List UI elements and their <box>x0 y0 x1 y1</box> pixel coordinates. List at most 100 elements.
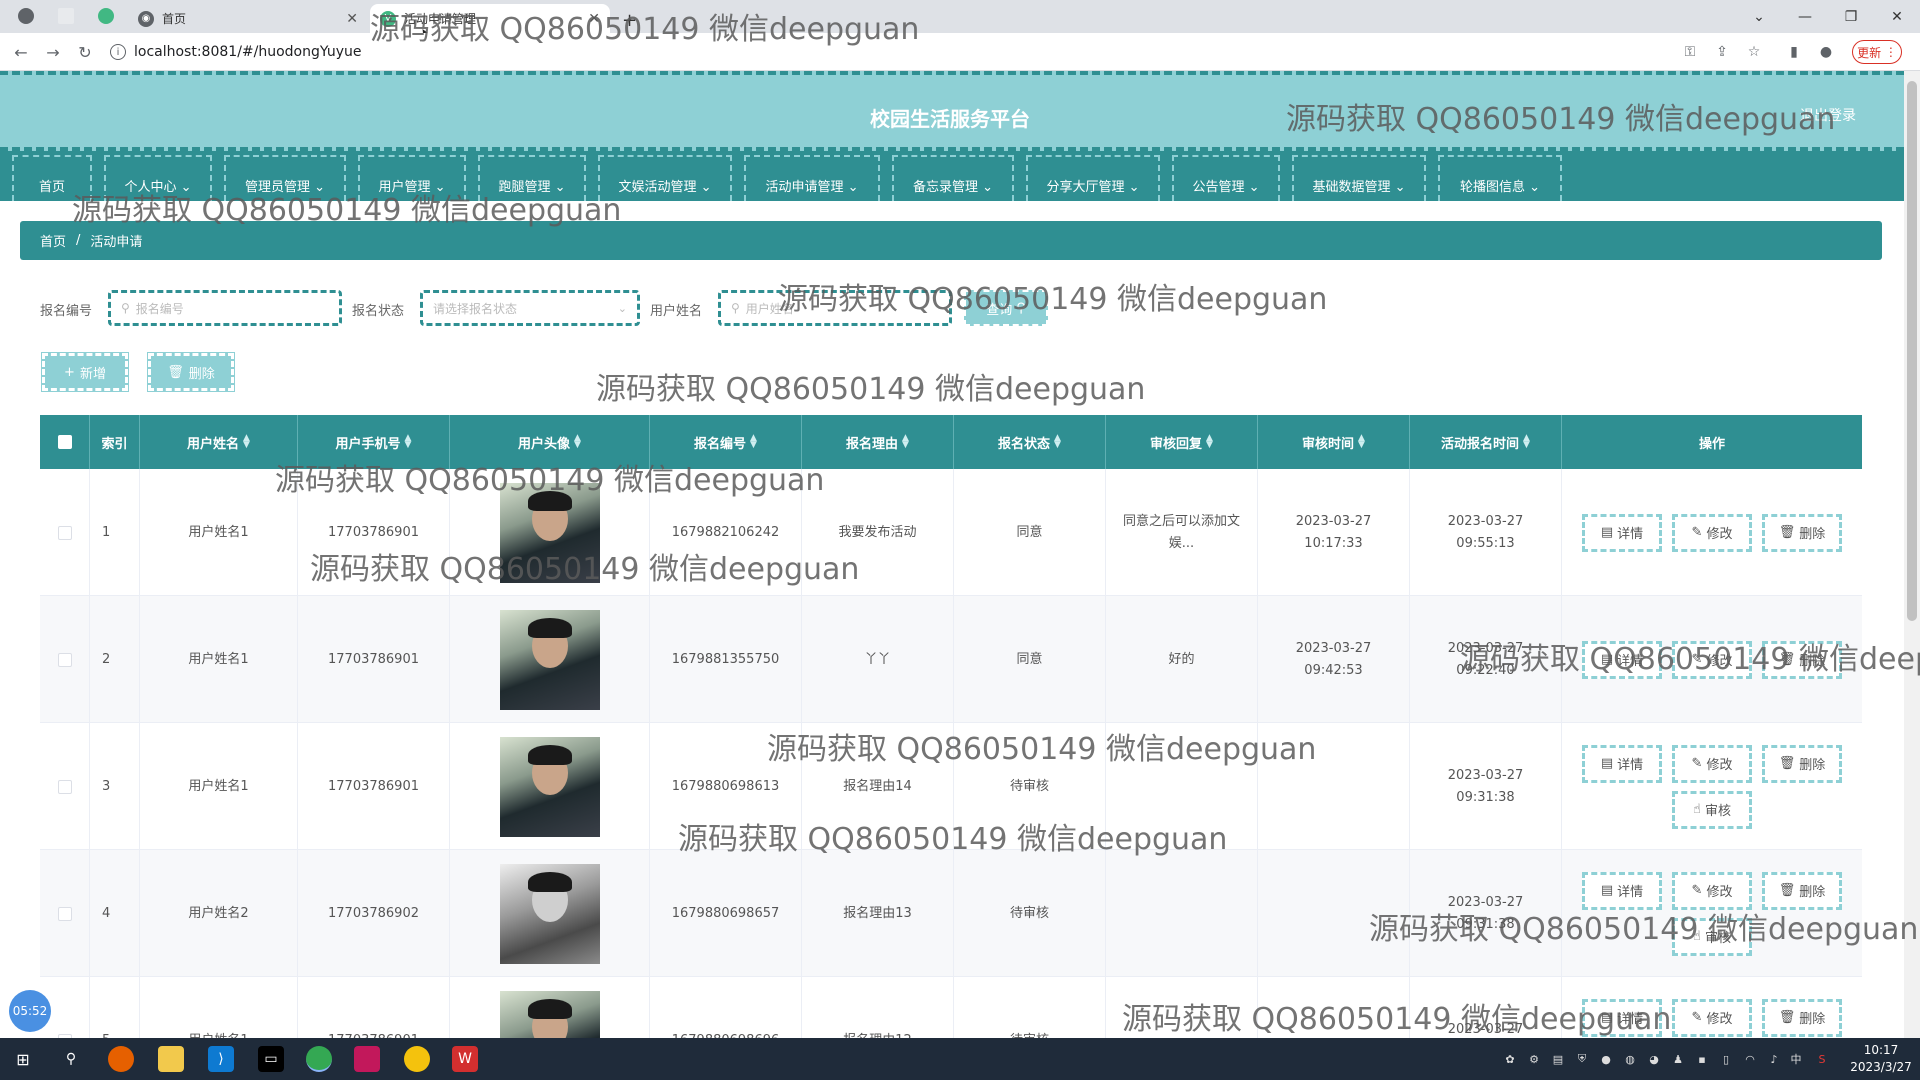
chrome-icon[interactable] <box>306 1046 332 1072</box>
sort-icon[interactable]: ▲ ▼ <box>1358 434 1365 450</box>
info-icon[interactable]: i <box>110 44 126 60</box>
ime-indicator[interactable]: 中 <box>1788 1051 1804 1067</box>
column-header[interactable]: 报名状态 ▲ ▼ <box>954 415 1106 469</box>
column-header[interactable]: 用户手机号 ▲ ▼ <box>298 415 450 469</box>
delete-button[interactable]: 🗑 删除 <box>1762 744 1842 783</box>
tray-icon[interactable]: ▪ <box>1694 1051 1710 1067</box>
add-button[interactable]: + 新增 <box>41 352 129 392</box>
intellij-icon[interactable] <box>354 1046 380 1072</box>
tray-icon[interactable]: ✿ <box>1502 1051 1518 1067</box>
column-header[interactable]: 活动报名时间 ▲ ▼ <box>1410 415 1562 469</box>
logout-link[interactable]: 退出登录 <box>1800 105 1856 125</box>
sort-icon[interactable]: ▲ ▼ <box>405 434 412 450</box>
app-icon[interactable] <box>404 1046 430 1072</box>
column-header[interactable]: 用户姓名 ▲ ▼ <box>140 415 298 469</box>
nav-item-notices[interactable]: 公告管理 ⌄ <box>1172 155 1280 201</box>
edit-button[interactable]: ✎ 修改 <box>1672 744 1752 783</box>
detail-button[interactable]: ▤ 详情 <box>1582 640 1662 679</box>
table-row[interactable]: 2 用户姓名1 17703786901 1679881355750 丫丫 同意 好的 2023… <box>40 596 1862 723</box>
row-checkbox[interactable] <box>57 525 72 540</box>
pinned-tab-icon[interactable] <box>58 8 74 24</box>
table-row[interactable]: 3 用户姓名1 17703786901 1679880698613 报名理由14 待审核 2… <box>40 723 1862 850</box>
nav-item-users[interactable]: 用户管理 ⌄ <box>358 155 466 201</box>
sort-icon[interactable]: ▲ ▼ <box>1206 434 1213 450</box>
table-row[interactable]: 5用户姓名117703786901 1679880698696报名理由12待审核 2… <box>40 977 1862 1038</box>
edit-button[interactable]: ✎ 修改 <box>1672 640 1752 679</box>
tray-icon[interactable]: ◍ <box>1622 1051 1638 1067</box>
tray-icon[interactable]: ⛨ <box>1574 1051 1590 1067</box>
wps-icon[interactable]: W <box>452 1046 478 1072</box>
delete-button[interactable]: 🗑 删除 <box>1762 871 1842 910</box>
nav-item-applications[interactable]: 活动申请管理 ⌄ <box>744 155 880 201</box>
detail-button[interactable]: ▤ 详情 <box>1582 871 1662 910</box>
update-button[interactable]: 更新 ⋮ <box>1852 40 1902 64</box>
sort-icon[interactable]: ▲ ▼ <box>750 434 757 450</box>
profile-icon[interactable]: ● <box>1816 42 1836 62</box>
breadcrumb-home[interactable]: 首页 <box>40 231 66 250</box>
minimize-button[interactable]: — <box>1782 0 1828 33</box>
close-window-button[interactable]: ✕ <box>1874 0 1920 33</box>
nav-item-share[interactable]: 分享大厅管理 ⌄ <box>1026 155 1160 201</box>
wechat-icon[interactable]: ◕ <box>1646 1051 1662 1067</box>
delete-button[interactable]: 🗑 删除 <box>1762 640 1842 679</box>
edit-button[interactable]: ✎ 修改 <box>1672 871 1752 910</box>
volume-icon[interactable]: ♪ <box>1766 1051 1782 1067</box>
firefox-icon[interactable] <box>108 1046 134 1072</box>
nav-item-memo[interactable]: 备忘录管理 ⌄ <box>892 155 1014 201</box>
tray-icon[interactable]: ▤ <box>1550 1051 1566 1067</box>
nav-item-errands[interactable]: 跑腿管理 ⌄ <box>478 155 586 201</box>
query-button[interactable]: 查询 ⚲ <box>964 290 1048 326</box>
tab-search-icon[interactable]: ⌄ <box>1736 0 1782 33</box>
row-checkbox[interactable] <box>57 779 72 794</box>
share-icon[interactable]: ⇪ <box>1712 42 1732 62</box>
detail-button[interactable]: ▤ 详情 <box>1582 513 1662 552</box>
bookmark-star-icon[interactable]: ☆ <box>1744 42 1764 62</box>
sort-icon[interactable]: ▲ ▼ <box>243 434 250 450</box>
batch-delete-button[interactable]: 🗑 删除 <box>147 352 235 392</box>
url-field[interactable]: i localhost:8081/#/huodongYuyue <box>110 38 1670 66</box>
nav-item-carousel[interactable]: 轮播图信息 ⌄ <box>1438 155 1562 201</box>
sort-icon[interactable]: ▲ ▼ <box>1054 434 1061 450</box>
windows-start-icon[interactable]: ⊞ <box>10 1046 36 1072</box>
nav-item-home[interactable]: 首页 <box>12 155 92 201</box>
row-checkbox[interactable] <box>57 652 72 667</box>
close-icon[interactable]: ✕ <box>346 11 358 27</box>
vscode-icon[interactable]: ⟩ <box>208 1046 234 1072</box>
nav-item-profile[interactable]: 个人中心 ⌄ <box>104 155 212 201</box>
avatar[interactable] <box>499 863 600 964</box>
delete-button[interactable]: 🗑 删除 <box>1762 513 1842 552</box>
sort-icon[interactable]: ▲ ▼ <box>574 434 581 450</box>
recording-timer[interactable]: 05:52 <box>9 990 51 1032</box>
nav-item-basic-data[interactable]: 基础数据管理 ⌄ <box>1292 155 1426 201</box>
wifi-icon[interactable]: ◠ <box>1742 1051 1758 1067</box>
sort-icon[interactable]: ▲ ▼ <box>1523 434 1530 450</box>
vue-tab-icon[interactable] <box>98 8 114 24</box>
maximize-button[interactable]: ❐ <box>1828 0 1874 33</box>
tray-icon[interactable]: S <box>1814 1051 1830 1067</box>
search-icon[interactable]: ⚲ <box>58 1046 84 1072</box>
avatar[interactable] <box>499 482 600 583</box>
nav-item-events[interactable]: 文娱活动管理 ⌄ <box>598 155 732 201</box>
detail-button[interactable]: ▤ 详情 <box>1582 744 1662 783</box>
taskbar-clock[interactable]: 10:17 2023/3/27 <box>1848 1042 1914 1076</box>
back-icon[interactable]: ← <box>10 41 32 63</box>
column-header[interactable]: 报名理由 ▲ ▼ <box>802 415 954 469</box>
close-icon[interactable]: ✕ <box>588 11 600 27</box>
tray-icon[interactable]: ♟ <box>1670 1051 1686 1067</box>
tab-home[interactable]: ◉ 首页 ✕ <box>128 4 368 33</box>
row-checkbox[interactable] <box>57 906 72 921</box>
file-explorer-icon[interactable] <box>158 1046 184 1072</box>
pinned-tab-icon[interactable] <box>18 8 34 24</box>
audit-button[interactable]: ☝ 审核 <box>1672 790 1752 829</box>
detail-button[interactable]: ▤ 详情 <box>1582 998 1662 1037</box>
search-input-name[interactable]: ⚲ 用户姓名 <box>718 290 952 326</box>
search-select-status[interactable]: 请选择报名状态 ⌄ <box>420 290 640 326</box>
column-header[interactable]: 报名编号 ▲ ▼ <box>650 415 802 469</box>
tray-icon[interactable]: ● <box>1598 1051 1614 1067</box>
search-input-no[interactable]: ⚲ 报名编号 <box>108 290 342 326</box>
column-header[interactable]: 审核时间 ▲ ▼ <box>1258 415 1410 469</box>
reload-icon[interactable]: ↻ <box>74 41 96 63</box>
terminal-icon[interactable]: ▭ <box>258 1046 284 1072</box>
select-all-checkbox[interactable] <box>57 435 72 449</box>
edit-button[interactable]: ✎ 修改 <box>1672 513 1752 552</box>
